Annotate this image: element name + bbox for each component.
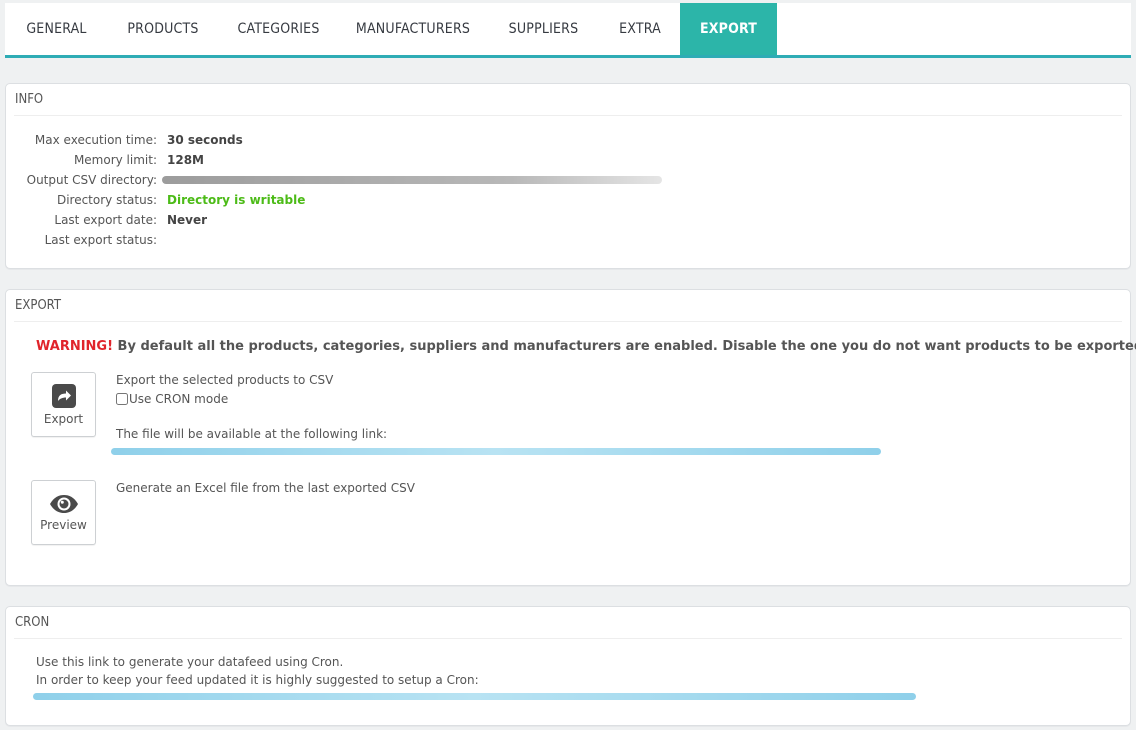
info-row-last-export-status: Last export status:	[6, 230, 662, 250]
redacted-directory-path	[162, 176, 662, 184]
tab-export[interactable]: EXPORT	[680, 3, 777, 55]
info-label: Memory limit:	[73, 153, 157, 167]
info-list: Max execution time: 30 seconds Memory li…	[6, 130, 662, 250]
preview-description: Generate an Excel file from the last exp…	[116, 481, 415, 495]
info-row-last-export-date: Last export date: Never	[6, 210, 662, 230]
cron-mode-checkbox[interactable]	[116, 393, 128, 405]
tab-suppliers[interactable]: SUPPLIERS	[487, 3, 600, 55]
cron-panel: CRON Use this link to generate your data…	[5, 606, 1131, 726]
tab-products[interactable]: PRODUCTS	[108, 3, 218, 55]
cron-description-line2: In order to keep your feed updated it is…	[36, 673, 479, 687]
info-row-max-execution-time: Max execution time: 30 seconds	[6, 130, 662, 150]
info-value: 128M	[167, 153, 204, 167]
export-button[interactable]: Export	[31, 372, 96, 437]
link-note: The file will be available at the follow…	[116, 427, 388, 441]
export-panel-heading: EXPORT	[14, 290, 1122, 322]
info-label: Directory status:	[56, 193, 157, 207]
warning-message: WARNING! By default all the products, ca…	[36, 339, 1136, 354]
eye-icon	[49, 494, 78, 513]
export-description: Export the selected products to CSV	[116, 373, 334, 387]
preview-button[interactable]: Preview	[31, 480, 96, 545]
directory-status-value: Directory is writable	[167, 193, 306, 207]
tab-general[interactable]: GENERAL	[5, 3, 108, 55]
info-label: Last export date:	[54, 213, 157, 227]
tab-manufacturers[interactable]: MANUFACTURERS	[339, 3, 487, 55]
info-row-output-csv-directory: Output CSV directory:	[6, 170, 662, 190]
info-label: Max execution time:	[34, 133, 157, 147]
info-label: Last export status:	[44, 233, 157, 247]
export-panel: EXPORT WARNING! By default all the produ…	[5, 289, 1136, 586]
export-button-label: Export	[43, 411, 84, 426]
info-value: 30 seconds	[167, 133, 243, 147]
tab-extra[interactable]: EXTRA	[600, 3, 680, 55]
info-panel: INFO Max execution time: 30 seconds Memo…	[5, 83, 1131, 269]
info-row-memory-limit: Memory limit: 128M	[6, 150, 662, 170]
warning-text: By default all the products, categories,…	[113, 339, 1136, 354]
cron-mode-checkbox-row[interactable]: Use CRON mode	[116, 392, 228, 406]
info-panel-heading: INFO	[14, 84, 1122, 116]
tab-bar: GENERAL PRODUCTS CATEGORIES MANUFACTURER…	[5, 3, 1131, 58]
redacted-cron-link[interactable]	[33, 693, 916, 700]
cron-mode-label: Use CRON mode	[129, 392, 229, 406]
cron-panel-heading: CRON	[14, 607, 1122, 639]
tab-categories[interactable]: CATEGORIES	[218, 3, 339, 55]
warning-label: WARNING!	[36, 339, 114, 354]
info-value: Never	[167, 213, 208, 227]
preview-button-label: Preview	[40, 517, 87, 532]
info-row-directory-status: Directory status: Directory is writable	[6, 190, 662, 210]
cron-description-line1: Use this link to generate your datafeed …	[36, 655, 344, 669]
share-icon	[51, 383, 76, 408]
info-label: Output CSV directory:	[26, 173, 157, 187]
redacted-export-link[interactable]	[111, 448, 881, 455]
